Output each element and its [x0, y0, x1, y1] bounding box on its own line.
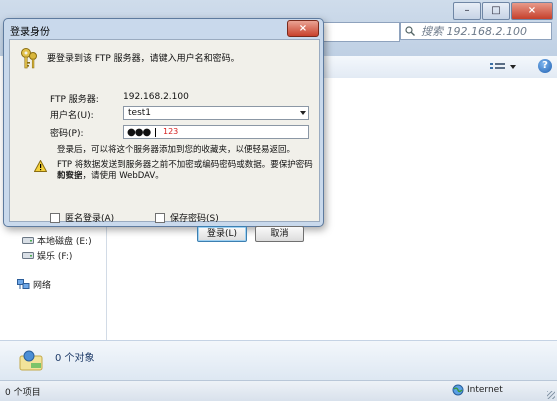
resize-grip[interactable] — [547, 391, 555, 399]
favorites-note: 登录后，可以将这个服务器添加到您的收藏夹，以便轻易返回。 — [57, 145, 296, 155]
security-note-line2: 的安全，请使用 WebDAV。 — [57, 171, 164, 181]
item-count: 0 个项目 — [5, 388, 41, 398]
network-folder-icon — [19, 350, 43, 371]
username-label: 用户名(U): — [50, 111, 94, 121]
drive-icon — [22, 252, 34, 259]
save-password-checkbox[interactable]: 保存密码(S) — [155, 211, 219, 224]
login-dialog: 登录身份 × 要登录到该 FTP 服务器，请键入用户名和密码。 FTP 服务器:… — [3, 18, 324, 242]
warning-icon — [34, 160, 47, 172]
details-pane: 0 个对象 — [0, 340, 557, 381]
search-placeholder: 搜索 192.168.2.100 — [421, 25, 527, 38]
drive-icon — [22, 237, 34, 244]
network-icon — [17, 279, 30, 289]
chevron-down-icon[interactable] — [300, 111, 306, 115]
nav-item-network[interactable]: 网络 — [17, 278, 51, 291]
intro-text: 要登录到该 FTP 服务器，请键入用户名和密码。 — [47, 54, 240, 64]
close-window-icon[interactable]: × — [511, 2, 553, 20]
username-value: test1 — [128, 108, 152, 118]
server-label: FTP 服务器: — [50, 95, 99, 105]
password-dots: ●●● — [127, 127, 151, 138]
maximize-icon[interactable]: □ — [482, 2, 510, 20]
anonymous-checkbox[interactable]: 匿名登录(A) — [50, 211, 114, 224]
view-options-icon[interactable] — [488, 60, 518, 74]
nav-item-drive-f[interactable]: 娱乐 (F:) — [22, 249, 72, 262]
checkbox-box[interactable] — [50, 212, 60, 223]
dialog-title: 登录身份 — [10, 27, 50, 38]
login-button[interactable]: 登录(L) — [197, 226, 247, 242]
internet-globe-icon — [452, 384, 464, 396]
object-count: 0 个对象 — [55, 353, 95, 364]
cancel-button[interactable]: 取消 — [255, 226, 304, 242]
search-icon — [405, 26, 415, 36]
explorer-toolbar: ? — [320, 56, 557, 79]
password-label: 密码(P): — [50, 129, 84, 139]
window-controls: – □ × — [452, 2, 553, 20]
nav-item-drive-e[interactable]: 本地磁盘 (E:) — [22, 234, 92, 247]
help-icon[interactable]: ? — [538, 59, 552, 73]
username-combobox[interactable]: test1 — [123, 106, 309, 120]
password-annotation: 123 — [163, 127, 179, 136]
status-bar: 0 个项目 Internet — [0, 380, 557, 401]
close-icon[interactable]: × — [287, 20, 319, 37]
password-field[interactable]: ●●● 123 — [123, 125, 309, 139]
security-zone: Internet — [452, 384, 503, 396]
text-caret — [155, 128, 156, 137]
key-icon — [21, 48, 37, 69]
dialog-body: 要登录到该 FTP 服务器，请键入用户名和密码。 FTP 服务器: 192.16… — [9, 39, 320, 242]
search-input[interactable]: 搜索 192.168.2.100 — [400, 22, 552, 40]
server-value: 192.168.2.100 — [123, 92, 189, 102]
address-bar[interactable] — [320, 22, 400, 42]
minimize-icon[interactable]: – — [453, 2, 481, 20]
checkbox-box[interactable] — [155, 212, 165, 223]
